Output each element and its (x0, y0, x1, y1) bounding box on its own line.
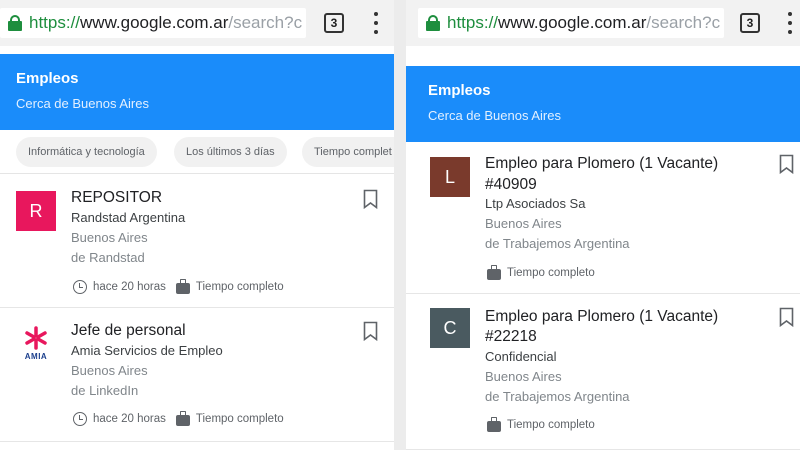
company-logo: C (430, 308, 470, 348)
clock-icon (73, 412, 87, 426)
job-type: Tiempo completo (195, 281, 284, 293)
job-company: Randstad Argentina (71, 210, 186, 225)
browser-toolbar: https://www.google.com.ar/search?c 3 (406, 0, 800, 46)
briefcase-icon (487, 417, 501, 432)
job-type: Tiempo completo (507, 419, 595, 431)
job-company: Amia Servicios de Empleo (71, 343, 223, 358)
job-type: Tiempo completo (195, 413, 284, 425)
clock-icon (73, 280, 87, 294)
job-title-line2: #40909 (485, 176, 537, 193)
url-path: /search?c (228, 13, 303, 32)
chip-date[interactable]: Los últimos 3 días (174, 137, 287, 167)
header-title: Empleos (428, 82, 491, 99)
job-company: Confidencial (485, 349, 557, 364)
bookmark-icon[interactable] (363, 189, 378, 209)
job-card[interactable]: C Empleo para Plomero (1 Vacante) #22218… (406, 294, 800, 450)
job-title: Jefe de personal (71, 322, 186, 339)
amia-logo-text: AMIA (24, 352, 48, 361)
url-host: www.google.com.ar (498, 13, 647, 32)
url-scheme: https:// (29, 13, 81, 32)
job-meta: Tiempo completo (487, 265, 595, 280)
company-logo: R (16, 191, 56, 231)
url-scheme: https:// (447, 13, 499, 32)
briefcase-icon (175, 411, 190, 426)
filter-chips: Informática y tecnología Los últimos 3 d… (0, 130, 394, 174)
job-title-line2: #22218 (485, 328, 537, 345)
left-screen: https://www.google.com.ar/search?c 3 Emp… (0, 0, 394, 450)
overflow-menu-icon[interactable] (373, 12, 379, 34)
address-bar[interactable]: https://www.google.com.ar/search?c (0, 8, 306, 38)
job-location: Buenos Aires (71, 230, 148, 245)
browser-toolbar: https://www.google.com.ar/search?c 3 (0, 0, 394, 46)
header-title: Empleos (16, 70, 79, 87)
job-source: de LinkedIn (71, 383, 139, 398)
job-card[interactable]: L Empleo para Plomero (1 Vacante) #40909… (406, 142, 800, 294)
job-meta: hace 20 horas Tiempo completo (73, 279, 284, 294)
job-location: Buenos Aires (485, 216, 562, 231)
chip-category[interactable]: Informática y tecnología (16, 137, 157, 167)
company-logo: L (430, 157, 470, 197)
jobs-header: Empleos Cerca de Buenos Aires (406, 66, 800, 142)
right-screen: https://www.google.com.ar/search?c 3 Emp… (406, 0, 800, 450)
job-location: Buenos Aires (485, 369, 562, 384)
bookmark-icon[interactable] (363, 321, 378, 341)
job-location: Buenos Aires (71, 363, 148, 378)
job-source: de Randstad (71, 250, 145, 265)
amia-star-icon (25, 326, 47, 350)
job-source: de Trabajemos Argentina (485, 389, 630, 404)
job-title-line1: Empleo para Plomero (1 Vacante) (485, 155, 719, 172)
tab-switcher-button[interactable]: 3 (324, 13, 344, 33)
job-card[interactable]: AMIA Jefe de personal Amia Servicios de … (0, 308, 394, 442)
jobs-header: Empleos Cerca de Buenos Aires (0, 54, 394, 130)
bookmark-icon[interactable] (779, 307, 794, 327)
job-title: REPOSITOR (71, 189, 163, 206)
job-posted: hace 20 horas (93, 281, 166, 293)
address-bar[interactable]: https://www.google.com.ar/search?c (418, 8, 724, 38)
job-company: Ltp Asociados Sa (485, 196, 586, 211)
company-logo-amia: AMIA (16, 320, 56, 366)
tab-switcher-button[interactable]: 3 (740, 13, 760, 33)
job-posted: hace 20 horas (93, 413, 166, 425)
header-subtitle: Cerca de Buenos Aires (428, 108, 561, 123)
chip-type[interactable]: Tiempo complet (302, 137, 394, 167)
briefcase-icon (487, 265, 501, 280)
briefcase-icon (175, 279, 190, 294)
job-meta: Tiempo completo (487, 417, 595, 432)
lock-icon (426, 15, 440, 31)
url-host: www.google.com.ar (80, 13, 229, 32)
overflow-menu-icon[interactable] (787, 12, 793, 34)
job-card[interactable]: R REPOSITOR Randstad Argentina Buenos Ai… (0, 174, 394, 308)
job-title-line1: Empleo para Plomero (1 Vacante) (485, 308, 719, 325)
bookmark-icon[interactable] (779, 154, 794, 174)
lock-icon (8, 15, 22, 31)
header-subtitle: Cerca de Buenos Aires (16, 96, 149, 111)
job-meta: hace 20 horas Tiempo completo (73, 411, 284, 426)
job-source: de Trabajemos Argentina (485, 236, 630, 251)
job-type: Tiempo completo (507, 267, 595, 279)
url-path: /search?c (646, 13, 721, 32)
